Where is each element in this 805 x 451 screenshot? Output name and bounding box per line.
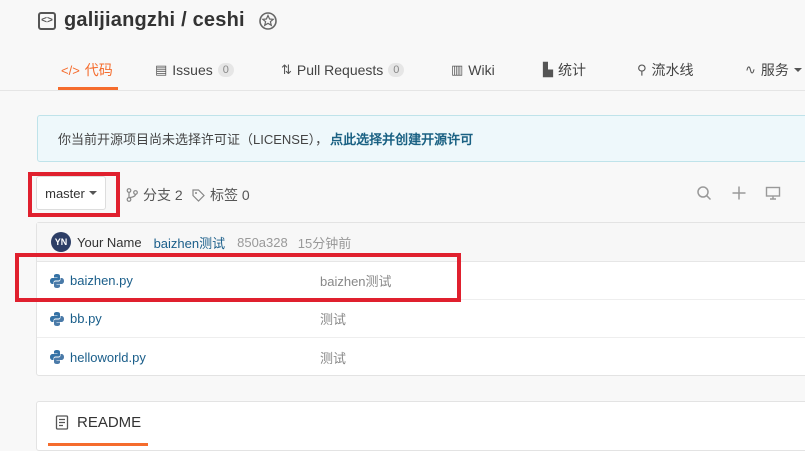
file-name[interactable]: helloworld.py	[70, 350, 146, 365]
repo-code-icon: <>	[38, 11, 56, 30]
python-file-icon	[50, 273, 64, 288]
tab-pipeline[interactable]: ⚲ 流水线	[635, 52, 696, 88]
tag-icon	[192, 188, 205, 202]
branch-select-value: master	[45, 185, 85, 201]
repo-owner[interactable]: galijiangzhi	[64, 9, 175, 31]
readme-tab[interactable]: README	[55, 414, 141, 431]
repo-separator: /	[181, 9, 187, 31]
branch-select[interactable]: master	[36, 176, 106, 210]
python-file-icon	[50, 350, 64, 364]
wiki-icon: ▥	[451, 62, 464, 77]
python-file-icon	[50, 311, 64, 326]
branch-icon	[126, 188, 138, 202]
add-file-icon[interactable]	[731, 185, 747, 201]
avatar[interactable]: YN	[51, 232, 71, 252]
file-row[interactable]: helloworld.py 测试	[37, 338, 805, 376]
readme-panel: README	[36, 401, 805, 451]
tags-label: 标签 0	[210, 187, 250, 203]
tab-stats[interactable]: ▙ 统计	[541, 52, 588, 88]
branches-label: 分支 2	[143, 187, 183, 203]
tab-services[interactable]: ∿ 服务	[743, 52, 804, 88]
tab-issues[interactable]: ▤ Issues 0	[153, 52, 236, 88]
tab-label: 流水线	[651, 62, 694, 78]
issues-count: 0	[217, 63, 234, 77]
code-icon: </>	[61, 62, 80, 78]
chart-icon: ▙	[543, 62, 553, 77]
repo-title: <> galijiangzhi / ceshi	[38, 9, 279, 32]
pulse-icon: ∿	[745, 62, 756, 77]
chevron-down-icon	[793, 68, 802, 72]
file-row[interactable]: bb.py 测试	[37, 300, 805, 338]
file-name[interactable]: baizhen.py	[70, 273, 133, 288]
tab-label: 统计	[558, 62, 586, 78]
chevron-down-icon	[88, 191, 97, 195]
pull-requests-count: 0	[388, 63, 405, 77]
tab-label: 代码	[84, 62, 113, 78]
tab-label: Pull Requests	[296, 62, 384, 78]
tab-pull-requests[interactable]: ⇅ Pull Requests 0	[279, 52, 406, 88]
readme-book-icon	[55, 415, 69, 430]
branch-toolbar: master 分支 2 标签 0	[36, 176, 805, 212]
commit-message[interactable]: baizhen测试	[154, 233, 226, 252]
repo-header: <> galijiangzhi / ceshi </> 代码 ▤ Issues …	[0, 0, 805, 91]
issues-icon: ▤	[155, 62, 168, 77]
commit-author[interactable]: Your Name	[77, 235, 142, 250]
tab-code[interactable]: </> 代码	[58, 52, 118, 90]
repo-name[interactable]: ceshi	[193, 9, 245, 31]
commit-hash[interactable]: 850a328	[237, 235, 288, 250]
readme-label: README	[77, 414, 142, 431]
latest-commit-row: YN Your Name baizhen测试 850a328 15分钟前	[37, 223, 805, 262]
tags-link[interactable]: 标签 0	[192, 185, 250, 205]
file-name[interactable]: bb.py	[70, 311, 102, 326]
license-link[interactable]: 点此选择并创建开源许可	[330, 129, 473, 148]
branches-link[interactable]: 分支 2	[126, 185, 183, 205]
file-row[interactable]: baizhen.py baizhen测试	[37, 262, 805, 300]
file-commit-message[interactable]: 测试	[320, 348, 346, 367]
file-commit-message[interactable]: 测试	[320, 309, 346, 328]
tab-label: Wiki	[468, 62, 495, 78]
tab-label: 服务	[760, 62, 789, 78]
pipeline-icon: ⚲	[637, 62, 647, 77]
search-icon[interactable]	[696, 185, 712, 201]
tab-label: Issues	[172, 62, 213, 78]
commit-time: 15分钟前	[297, 235, 352, 251]
license-banner: 你当前开源项目尚未选择许可证（LICENSE）， 点此选择并创建开源许可	[37, 115, 805, 162]
monitor-icon[interactable]	[765, 185, 781, 201]
tab-wiki[interactable]: ▥ Wiki	[449, 52, 497, 88]
file-commit-message[interactable]: baizhen测试	[320, 271, 392, 290]
recommend-badge-icon[interactable]	[257, 10, 279, 32]
file-list: YN Your Name baizhen测试 850a328 15分钟前 bai…	[36, 222, 805, 376]
license-text: 你当前开源项目尚未选择许可证（LICENSE），	[58, 132, 329, 147]
pull-request-icon: ⇅	[281, 62, 292, 77]
